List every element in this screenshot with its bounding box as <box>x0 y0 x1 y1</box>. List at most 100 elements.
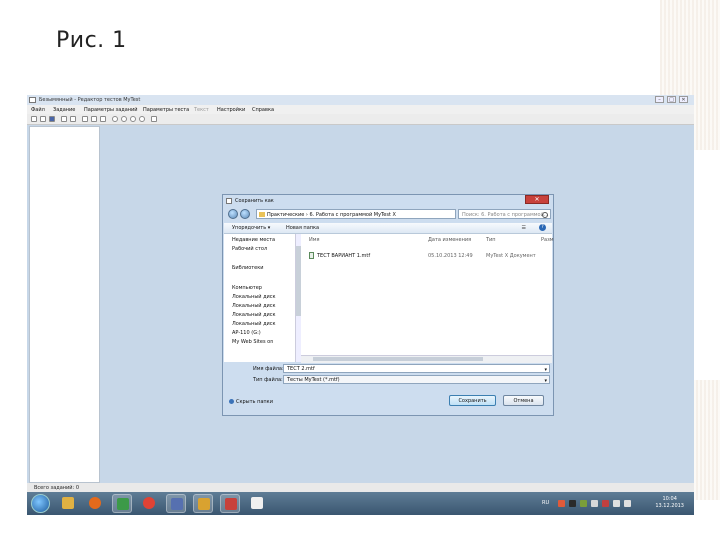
chrome-app-icon[interactable] <box>139 494 159 513</box>
app-window-title: Безымянный - Редактор тестов MyTest <box>39 97 141 103</box>
undo-icon[interactable] <box>61 116 67 122</box>
tray-app-icon[interactable] <box>602 500 609 507</box>
copy-icon[interactable] <box>91 116 97 122</box>
address-bar[interactable]: Практические › 6. Работа с программой My… <box>256 209 456 219</box>
nav-icon <box>225 313 230 318</box>
search-input[interactable]: Поиск: 6. Работа с программой... <box>458 209 551 219</box>
language-indicator[interactable]: RU <box>542 500 549 506</box>
menu-task[interactable]: Задание <box>53 107 75 113</box>
chevron-up-icon <box>229 399 234 404</box>
new-icon[interactable] <box>31 116 37 122</box>
menu-file[interactable]: Файл <box>31 107 45 113</box>
tray-app-icon[interactable] <box>591 500 598 507</box>
tray-app-icon[interactable] <box>580 500 587 507</box>
mytest-app-icon[interactable] <box>112 494 132 513</box>
nav-item[interactable]: AP-110 (G:) <box>232 330 261 336</box>
info-icon[interactable] <box>151 116 157 122</box>
tray-app-icon[interactable] <box>569 500 576 507</box>
menu-test-params[interactable]: Параметры теста <box>143 107 189 113</box>
antivirus-icon[interactable] <box>558 500 565 507</box>
nav-icon <box>225 247 230 252</box>
close-button[interactable]: ✕ <box>679 96 688 103</box>
nav-icon <box>225 322 230 327</box>
organize-button[interactable]: Упорядочить ▾ <box>232 225 270 231</box>
save-button[interactable]: Сохранить <box>449 395 496 406</box>
open-icon[interactable] <box>40 116 46 122</box>
file-row-modified: 05.10.2013 12:49 <box>428 253 473 259</box>
volume-icon[interactable] <box>624 500 631 507</box>
filetype-select[interactable]: Тесты MyTest (*.mtf) ▾ <box>283 375 550 384</box>
firefox-app-icon[interactable] <box>85 494 105 513</box>
menu-settings[interactable]: Настройки <box>217 107 245 113</box>
filename-input[interactable]: ТЕСТ 2.mtf ▾ <box>283 364 550 373</box>
cancel-button[interactable]: Отмена <box>503 395 544 406</box>
command-bar: Упорядочить ▾ Новая папка ☰ ? <box>224 223 552 234</box>
file-row-name[interactable]: ТЕСТ ВАРИАНТ 1.mtf <box>317 253 370 259</box>
column-header-modified[interactable]: Дата изменения <box>428 237 471 243</box>
search-icon <box>542 212 548 218</box>
task-list-panel[interactable] <box>29 126 100 483</box>
cut-icon[interactable] <box>82 116 88 122</box>
filename-value: ТЕСТ 2.mtf <box>287 366 315 372</box>
filetype-value: Тесты MyTest (*.mtf) <box>287 377 340 383</box>
maximize-button[interactable]: □ <box>667 96 676 103</box>
nav-item[interactable]: Локальный диск <box>232 294 276 300</box>
explorer-app-icon[interactable] <box>58 494 78 513</box>
nav-item[interactable]: Локальный диск <box>232 321 276 327</box>
nav-item[interactable]: Рабочий стол <box>232 246 267 252</box>
toolbar <box>27 114 694 125</box>
menu-bar: Файл Задание Параметры заданий Параметры… <box>27 105 694 114</box>
print-icon[interactable] <box>112 116 118 122</box>
clock-date: 13.12.2013 <box>655 503 684 509</box>
help-icon[interactable]: ? <box>539 224 546 231</box>
search-placeholder: Поиск: 6. Работа с программой... <box>462 212 549 218</box>
redo-icon[interactable] <box>70 116 76 122</box>
nav-icon <box>225 331 230 336</box>
menu-task-params[interactable]: Параметры заданий <box>84 107 138 113</box>
column-header-name[interactable]: Имя <box>309 237 320 243</box>
paint-app-icon[interactable] <box>247 494 267 513</box>
save-icon[interactable] <box>49 116 55 122</box>
new-folder-button[interactable]: Новая папка <box>286 225 319 231</box>
mtf-file-icon <box>309 252 314 259</box>
file-row-type: MyTest X Документ <box>486 253 536 259</box>
column-header-type[interactable]: Тип <box>486 237 496 243</box>
menu-help[interactable]: Справка <box>252 107 274 113</box>
save-as-dialog: Сохранить как ✕ Практические › 6. Работа… <box>222 194 554 416</box>
back-icon[interactable] <box>228 209 238 219</box>
status-bar: Всего заданий: 0 <box>27 483 694 492</box>
view-options-icon[interactable]: ☰ <box>522 225 526 231</box>
network-icon[interactable] <box>613 500 620 507</box>
file-list-scrollbar[interactable] <box>301 355 552 363</box>
chevron-down-icon[interactable]: ▾ <box>544 367 547 373</box>
dialog-close-button[interactable]: ✕ <box>525 195 549 204</box>
filename-label: Имя файла: <box>253 366 284 372</box>
save-app-icon[interactable] <box>166 494 186 513</box>
column-header-size[interactable]: Разм <box>541 237 554 243</box>
nav-icon <box>225 295 230 300</box>
clock-time: 10:04 <box>662 496 677 502</box>
nav-item[interactable]: Локальный диск <box>232 312 276 318</box>
clock[interactable]: 10:04 13.12.2013 <box>655 496 684 510</box>
globe-icon[interactable] <box>121 116 127 122</box>
settings-icon[interactable] <box>130 116 136 122</box>
start-button[interactable] <box>31 494 50 513</box>
nav-item[interactable]: Недавние места <box>232 237 275 243</box>
nav-item[interactable]: Библиотеки <box>232 265 264 271</box>
menu-text[interactable]: Текст <box>194 107 209 113</box>
minimize-button[interactable]: – <box>655 96 664 103</box>
hide-folders-toggle[interactable]: Скрыть папки <box>229 399 273 405</box>
navigation-pane: Недавние места Рабочий стол Библиотеки К… <box>224 234 296 362</box>
paste-icon[interactable] <box>100 116 106 122</box>
status-text: Всего заданий: 0 <box>34 485 79 491</box>
chevron-down-icon[interactable]: ▾ <box>544 378 547 384</box>
presentation-app-icon[interactable] <box>220 494 240 513</box>
help-icon[interactable] <box>139 116 145 122</box>
address-path: Практические › 6. Работа с программой My… <box>267 212 396 218</box>
mytest-editor-app-icon[interactable] <box>193 494 213 513</box>
nav-item[interactable]: Локальный диск <box>232 303 276 309</box>
forward-icon[interactable] <box>240 209 250 219</box>
nav-item[interactable]: My Web Sites on <box>232 339 273 345</box>
dialog-title: Сохранить как <box>235 198 274 204</box>
nav-item[interactable]: Компьютер <box>232 285 262 291</box>
